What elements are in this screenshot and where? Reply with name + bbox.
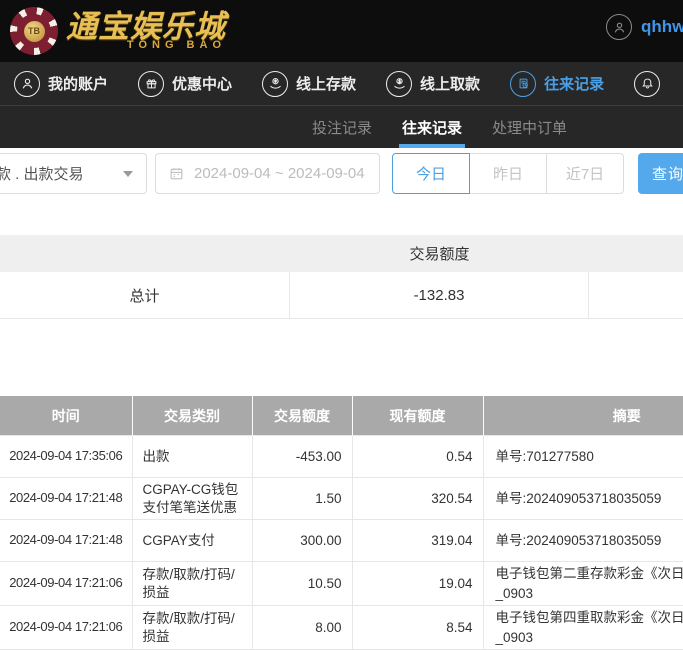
chip-label: TB (24, 21, 45, 42)
nav-item-label: 往来记录 (544, 73, 604, 94)
records-column-header-3: 现有额度 (352, 396, 483, 436)
summary-total-row: 总计 -132.83 (0, 272, 683, 319)
summary-header-blank (0, 235, 290, 272)
user-icon (14, 71, 40, 97)
cell-summary: 单号:202409053718035059 (483, 478, 683, 520)
date-range-input[interactable]: 2024-09-04 ~ 2024-09-04 (155, 153, 380, 194)
deposit-icon (262, 71, 288, 97)
records-table-header-row: 时间交易类别交易额度现有额度摘要 (0, 396, 683, 436)
tab-pending-orders[interactable]: 处理中订单 (492, 106, 567, 148)
cell-summary: 电子钱包第二重存款彩金《次日1 _0903 (483, 562, 683, 606)
cell-amount: 1.50 (252, 478, 352, 520)
nav-item-records[interactable]: 往来记录 (510, 71, 604, 97)
filter-bar: 入款 . 出款交易 2024-09-04 ~ 2024-09-04 今日昨日近7… (0, 148, 683, 235)
cell-balance: 319.04 (352, 520, 483, 562)
cell-summary: 单号:701277580 (483, 436, 683, 478)
nav-item-account[interactable]: 我的账户 (14, 71, 108, 97)
cell-time: 2024-09-04 17:21:48 (0, 478, 132, 520)
records-table-row: 2024-09-04 17:21:48CGPAY-CG钱包支付笔笔送优惠1.50… (0, 478, 683, 520)
username[interactable]: qhhw (641, 17, 683, 37)
summary-total-label: 总计 (0, 272, 290, 318)
cell-type: CGPAY支付 (132, 520, 252, 562)
user-avatar-icon (606, 14, 632, 40)
summary-total-blank (589, 272, 683, 318)
nav-item-label: 优惠中心 (172, 73, 232, 94)
brand-logo[interactable]: TB (10, 7, 58, 55)
transaction-type-select[interactable]: 入款 . 出款交易 (0, 153, 147, 194)
date-range-value: 2024-09-04 ~ 2024-09-04 (194, 165, 365, 182)
quick-range-button-0[interactable]: 今日 (392, 153, 470, 194)
cell-summary: 单号:202409053718035059 (483, 520, 683, 562)
records-column-header-1: 交易类别 (132, 396, 252, 436)
withdraw-icon (386, 71, 412, 97)
cell-type: 存款/取款/打码/损益 (132, 562, 252, 606)
casino-chip-icon: TB (17, 14, 51, 48)
nav-item-label: 线上存款 (296, 73, 356, 94)
tab-bet-records[interactable]: 投注记录 (312, 106, 372, 148)
cell-balance: 8.54 (352, 606, 483, 650)
tab-transactions[interactable]: 往来记录 (402, 106, 462, 148)
cell-amount: 8.00 (252, 606, 352, 650)
cell-time: 2024-09-04 17:35:06 (0, 436, 132, 478)
records-table-row: 2024-09-04 17:21:06存款/取款/打码/损益10.5019.04… (0, 562, 683, 606)
cell-amount: 10.50 (252, 562, 352, 606)
records-table-row: 2024-09-04 17:35:06出款-453.000.54单号:70127… (0, 436, 683, 478)
search-button[interactable]: 查询 (638, 153, 683, 194)
cell-amount: 300.00 (252, 520, 352, 562)
bell-icon (634, 71, 660, 97)
gift-icon (138, 71, 164, 97)
cell-summary: 电子钱包第四重取款彩金《次日1 _0903 (483, 606, 683, 650)
tab-bar: 投注记录往来记录处理中订单 (0, 106, 683, 148)
cell-time: 2024-09-04 17:21:06 (0, 562, 132, 606)
transaction-type-value: 入款 . 出款交易 (0, 163, 84, 184)
quick-range-button-2[interactable]: 近7日 (546, 153, 624, 194)
brand-title: 通宝娱乐城 (66, 11, 226, 42)
nav-item-label: 我的账户 (48, 73, 108, 94)
records-column-header-4: 摘要 (483, 396, 683, 436)
main-nav: 我的账户 优惠中心 线上存款 线上取款 往来记录 (0, 62, 683, 106)
cell-amount: -453.00 (252, 436, 352, 478)
content-gap (0, 319, 683, 396)
quick-range-button-1[interactable]: 昨日 (469, 153, 547, 194)
summary-table-header: 交易额度 (0, 235, 683, 272)
user-account[interactable]: qhhw (606, 14, 683, 40)
records-table: 时间交易类别交易额度现有额度摘要 2024-09-04 17:35:06出款-4… (0, 396, 683, 650)
records-column-header-2: 交易额度 (252, 396, 352, 436)
quick-range-group: 今日昨日近7日 (392, 153, 624, 194)
summary-header-amount: 交易额度 (290, 235, 589, 272)
nav-item-withdraw[interactable]: 线上取款 (386, 71, 480, 97)
chevron-down-icon (123, 171, 133, 177)
cell-time: 2024-09-04 17:21:06 (0, 606, 132, 650)
cell-type: 出款 (132, 436, 252, 478)
records-table-row: 2024-09-04 17:21:48CGPAY支付300.00319.04单号… (0, 520, 683, 562)
cell-balance: 320.54 (352, 478, 483, 520)
records-icon (510, 71, 536, 97)
calendar-icon (168, 165, 185, 182)
summary-header-blank-2 (589, 235, 683, 272)
summary-total-value: -132.83 (290, 272, 589, 318)
records-table-row: 2024-09-04 17:21:06存款/取款/打码/损益8.008.54电子… (0, 606, 683, 650)
nav-item-announcement[interactable] (634, 71, 660, 97)
brand-text: 通宝娱乐城 TONG BAO (66, 11, 226, 51)
cell-time: 2024-09-04 17:21:48 (0, 520, 132, 562)
cell-balance: 0.54 (352, 436, 483, 478)
nav-item-deposit[interactable]: 线上存款 (262, 71, 356, 97)
summary-table: 交易额度 总计 -132.83 (0, 235, 683, 319)
nav-item-label: 线上取款 (420, 73, 480, 94)
records-column-header-0: 时间 (0, 396, 132, 436)
nav-item-promotions[interactable]: 优惠中心 (138, 71, 232, 97)
cell-type: 存款/取款/打码/损益 (132, 606, 252, 650)
top-bar: TB 通宝娱乐城 TONG BAO qhhw (0, 0, 683, 62)
cell-type: CGPAY-CG钱包支付笔笔送优惠 (132, 478, 252, 520)
cell-balance: 19.04 (352, 562, 483, 606)
transaction-records-page: { "header": { "brand": { "chip_label": "… (0, 0, 683, 622)
